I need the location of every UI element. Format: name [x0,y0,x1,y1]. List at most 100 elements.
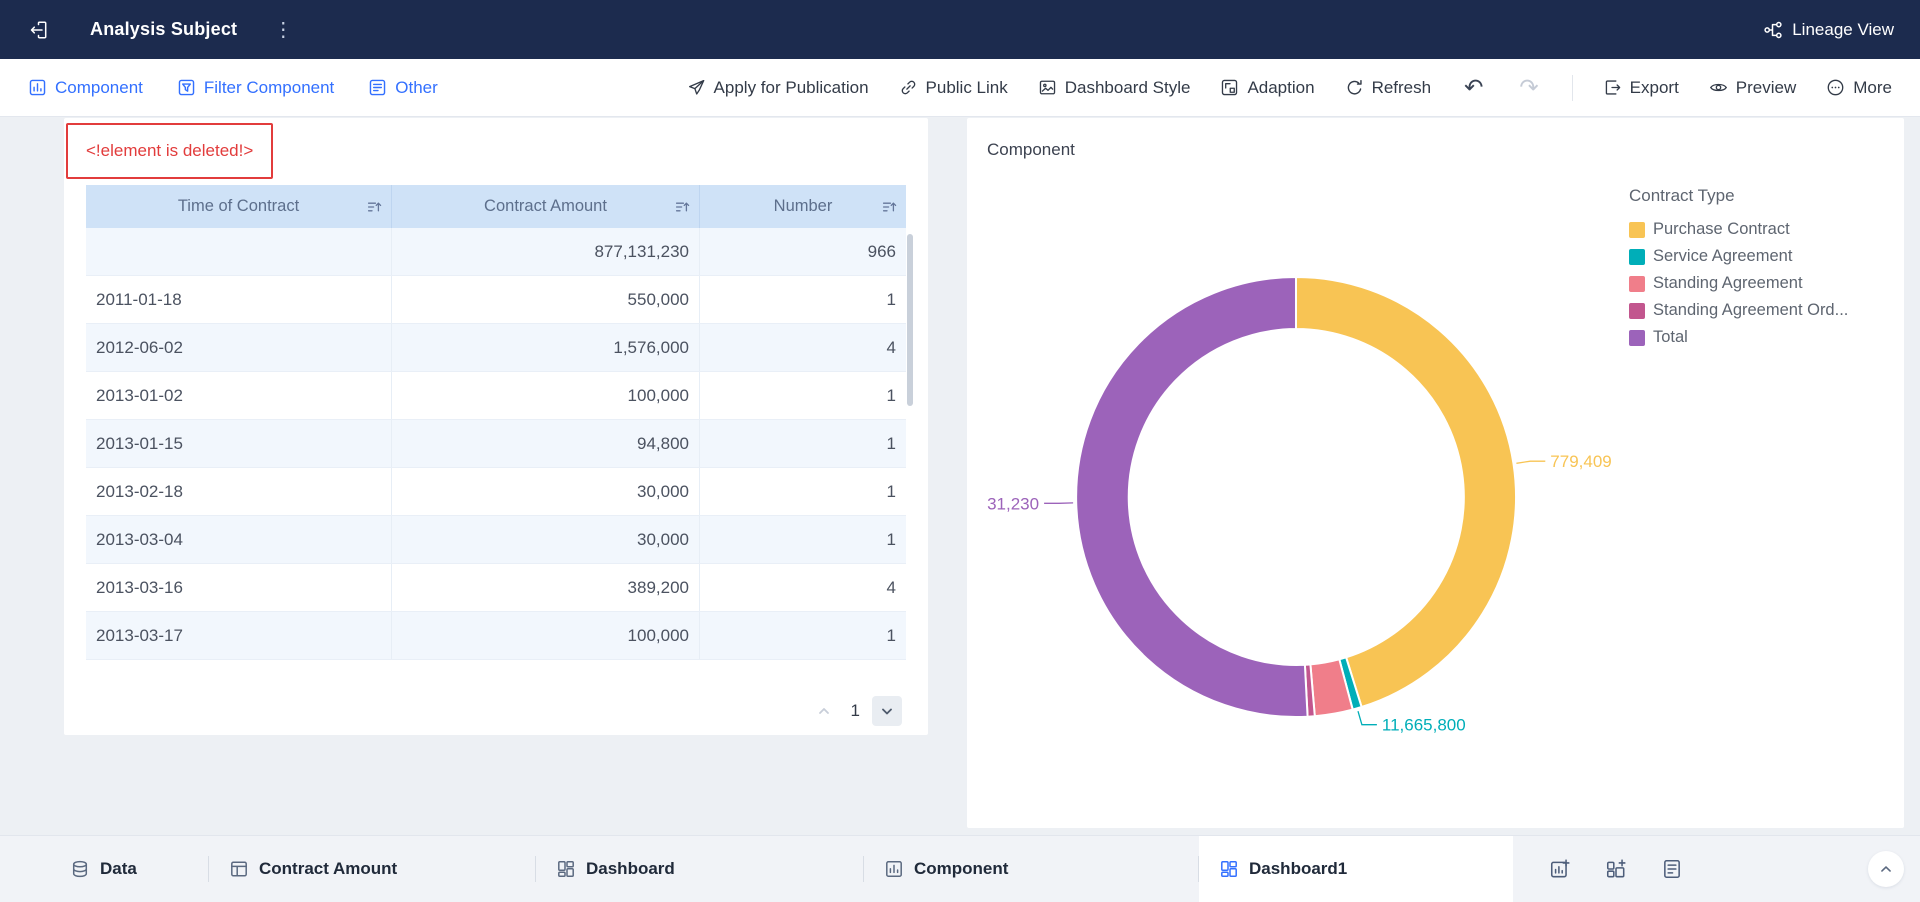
component-label: Component [55,78,143,98]
table-cell: 1 [700,516,906,563]
notes-button[interactable] [1659,856,1685,882]
public-link-button[interactable]: Public Link [899,78,1008,98]
more-ellipsis-icon [1826,78,1845,97]
refresh-button[interactable]: Refresh [1345,78,1432,98]
apply-for-publication-button[interactable]: Apply for Publication [687,78,869,98]
table-cell: 1 [700,420,906,467]
toolbar-divider [1572,75,1573,101]
add-component-button[interactable]: Component [28,78,143,98]
add-filter-component-button[interactable]: Filter Component [177,78,334,98]
table-cell: 2013-01-02 [86,372,392,419]
redo-button[interactable]: ↷ [1516,76,1541,99]
table-icon [229,859,249,879]
column-header-time-of-contract[interactable]: Time of Contract [86,185,392,228]
dashboard-style-button[interactable]: Dashboard Style [1038,78,1191,98]
tab-dashboard1[interactable]: Dashboard1 [1199,836,1513,902]
legend-item[interactable]: Standing Agreement [1629,270,1848,297]
export-label: Export [1630,78,1679,98]
add-dashboard-icon [1605,858,1627,880]
other-icon [368,78,387,97]
add-dashboard-tab-button[interactable] [1603,856,1629,882]
component-icon [28,78,47,97]
legend-label: Total [1653,328,1688,347]
tab-label: Dashboard1 [1249,859,1347,879]
table-row[interactable]: 2013-03-0430,0001 [86,516,906,564]
exit-icon [28,19,50,41]
table-cell: 966 [700,228,906,275]
table-row[interactable]: 2013-03-17100,0001 [86,612,906,660]
export-button[interactable]: Export [1603,78,1679,98]
table-row[interactable]: 2013-01-1594,8001 [86,420,906,468]
filter-component-label: Filter Component [204,78,334,98]
undo-button[interactable]: ↶ [1461,76,1486,99]
add-other-button[interactable]: Other [368,78,438,98]
table-header-row: Time of Contract Contract Amount Number [86,185,906,228]
page-title: Analysis Subject [90,19,237,40]
table-cell: 550,000 [392,276,700,323]
chevron-up-icon [816,703,832,719]
tab-data[interactable]: Data [0,836,208,902]
table-row[interactable]: 2013-02-1830,0001 [86,468,906,516]
add-chart-icon [1549,858,1571,880]
exit-edit-button[interactable] [26,17,52,43]
sort-icon[interactable] [881,199,897,215]
table-body: 877,131,2309662011-01-18550,00012012-06-… [86,228,906,660]
column-header-number[interactable]: Number [700,185,906,228]
tab-label: Contract Amount [259,859,397,879]
table-cell: 877,131,230 [392,228,700,275]
add-chart-tab-button[interactable] [1547,856,1573,882]
donut-slice-0[interactable] [1296,277,1516,707]
link-icon [899,78,918,97]
page-down-button[interactable] [872,696,902,726]
tab-dashboard[interactable]: Dashboard [536,836,863,902]
legend-items: Purchase Contract Service Agreement Standi… [1629,216,1848,351]
page-up-button[interactable] [809,696,839,726]
callout-line [1358,711,1377,725]
lineage-view-label: Lineage View [1792,20,1894,40]
sort-icon[interactable] [366,199,382,215]
database-icon [70,859,90,879]
chart-legend: Contract Type Purchase ContractService A… [1629,186,1848,351]
donut-slice-4[interactable] [1076,277,1307,717]
top-bar: Analysis Subject ⋮ Lineage View [0,0,1920,59]
sort-icon[interactable] [674,199,690,215]
column-header-contract-amount[interactable]: Contract Amount [392,185,700,228]
title-kebab-menu-icon[interactable]: ⋮ [273,20,293,40]
table-row[interactable]: 2013-01-02100,0001 [86,372,906,420]
table-pagination: 1 [809,696,902,726]
table-row[interactable]: 2012-06-021,576,0004 [86,324,906,372]
legend-item[interactable]: Standing Agreement Ord... [1629,297,1848,324]
legend-label: Standing Agreement Ord... [1653,301,1848,320]
preview-button[interactable]: Preview [1709,78,1796,98]
table-cell: 1 [700,276,906,323]
edit-toolbar: Component Filter Component Other Apply f… [0,59,1920,117]
table-row[interactable]: 2011-01-18550,0001 [86,276,906,324]
adaption-button[interactable]: Adaption [1220,78,1314,98]
legend-label: Service Agreement [1653,247,1792,266]
table-cell: 1 [700,612,906,659]
legend-swatch-icon [1629,276,1645,292]
tab-contract-amount[interactable]: Contract Amount [209,836,535,902]
table-cell: 94,800 [392,420,700,467]
tab-label: Component [914,859,1008,879]
more-button[interactable]: More [1826,78,1892,98]
table-scrollbar-thumb[interactable] [907,234,913,406]
legend-swatch-icon [1629,303,1645,319]
legend-item[interactable]: Purchase Contract [1629,216,1848,243]
column-label: Number [774,197,833,216]
table-row[interactable]: 877,131,230966 [86,228,906,276]
callout-line [1516,461,1545,463]
dashboard-canvas: <!element is deleted!> Time of Contract … [0,117,1920,835]
tab-component[interactable]: Component [864,836,1198,902]
legend-swatch-icon [1629,222,1645,238]
legend-swatch-icon [1629,330,1645,346]
legend-item[interactable]: Total [1629,324,1848,351]
preview-label: Preview [1736,78,1796,98]
adaption-layout-icon [1220,78,1239,97]
legend-item[interactable]: Service Agreement [1629,243,1848,270]
lineage-view-button[interactable]: Lineage View [1763,20,1894,40]
collapse-bottom-bar-button[interactable] [1868,851,1904,887]
table-cell: 100,000 [392,372,700,419]
table-row[interactable]: 2013-03-16389,2004 [86,564,906,612]
table-cell: 30,000 [392,516,700,563]
